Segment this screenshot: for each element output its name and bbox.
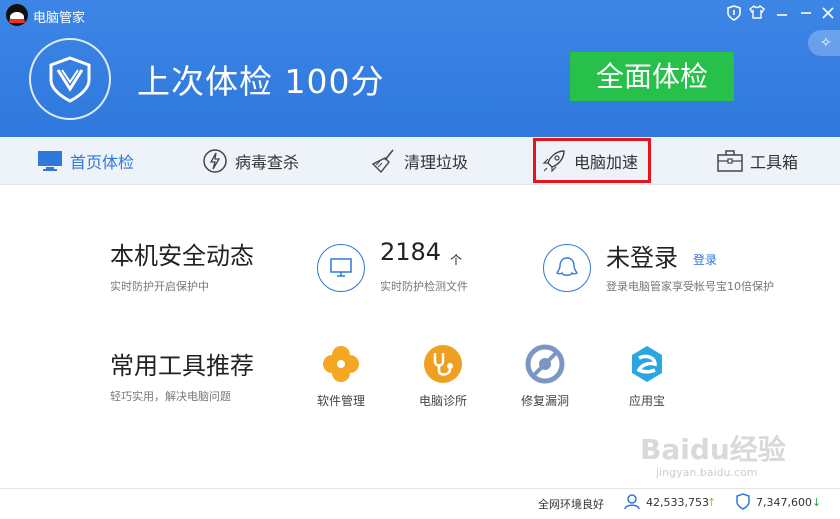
tool-label: 电脑诊所 <box>418 394 467 408</box>
tool-label: 修复漏洞 <box>520 394 569 408</box>
tool-pc-clinic[interactable]: 电脑诊所 <box>403 344 483 409</box>
tool-label: 应用宝 <box>628 394 665 408</box>
tool-software-manager[interactable]: 软件管理 <box>301 344 381 409</box>
last-scan-score: 上次体检 100分 <box>137 62 385 101</box>
nav-label: 工具箱 <box>750 153 799 172</box>
login-status: 未登录 <box>606 244 678 272</box>
tool-label: 软件管理 <box>316 394 365 408</box>
nav-label: 首页体检 <box>70 153 135 172</box>
sparkle-icon[interactable]: ✧ <box>808 30 840 56</box>
highlight-annotation <box>533 138 651 183</box>
monitor-icon <box>317 244 365 292</box>
network-status: 全网环境良好 <box>538 498 604 511</box>
nav-virus-scan[interactable]: 病毒查杀 <box>201 137 299 185</box>
nav-label: 清理垃圾 <box>404 153 469 172</box>
header-banner: 电脑管家 上次体检 100分 全面体检 ✧ <box>0 0 840 137</box>
broom-icon <box>370 147 398 175</box>
minimize-button-icon[interactable] <box>796 5 816 25</box>
baidu-watermark: Baidu经验 <box>640 433 786 466</box>
nav-label: 病毒查杀 <box>235 153 300 172</box>
monitor-icon <box>36 147 64 175</box>
shield-check-icon <box>735 493 751 514</box>
protected-users-count: 42,533,753 <box>646 496 709 509</box>
repair-icon <box>525 344 565 384</box>
lightning-icon <box>201 147 229 175</box>
tool-app-store[interactable]: 应用宝 <box>607 344 687 409</box>
login-caption: 登录电脑管家享受帐号宝10倍保护 <box>606 280 774 293</box>
toolbox-icon <box>716 147 744 175</box>
arrow-up-icon: ↑ <box>707 496 717 509</box>
security-section-title: 本机安全动态 <box>110 242 254 270</box>
protected-files-unit: 个 <box>450 253 463 267</box>
app-title: 电脑管家 <box>33 11 86 26</box>
stethoscope-icon <box>423 344 463 384</box>
nav-toolbox[interactable]: 工具箱 <box>716 137 798 185</box>
clover-icon <box>321 344 361 384</box>
baidu-watermark-url: jingyan.baidu.com <box>656 466 758 479</box>
security-section-subtitle: 实时防护开启保护中 <box>110 280 209 293</box>
blocked-count: 7,347,600 <box>756 496 812 509</box>
status-bar: 全网环境良好 42,533,753 ↑ 7,347,600 ↓ <box>0 488 840 519</box>
users-icon <box>624 493 640 514</box>
qq-penguin-icon <box>6 4 28 26</box>
protected-files-caption: 实时防护检测文件 <box>380 280 468 293</box>
close-icon[interactable] <box>818 5 838 25</box>
nav-clean-junk[interactable]: 清理垃圾 <box>370 137 468 185</box>
full-scan-button[interactable]: 全面体检 <box>570 52 734 101</box>
protected-files-count: 2184 <box>380 238 442 266</box>
arrow-down-icon: ↓ <box>812 496 822 509</box>
tool-fix-vulnerabilities[interactable]: 修复漏洞 <box>505 344 585 409</box>
main-nav: 首页体检 病毒查杀 清理垃圾 电脑加速 工具箱 <box>0 137 840 185</box>
minimize-icon[interactable] <box>772 5 792 25</box>
shirt-icon[interactable] <box>747 4 767 25</box>
app-store-icon <box>627 344 667 384</box>
tools-section-subtitle: 轻巧实用，解决电脑问题 <box>110 390 231 403</box>
shield-logo-icon <box>29 38 111 120</box>
shield-icon[interactable] <box>724 5 744 25</box>
nav-home-checkup[interactable]: 首页体检 <box>36 137 134 185</box>
user-avatar-icon[interactable] <box>543 244 591 292</box>
title-bar: 电脑管家 <box>0 0 840 30</box>
tools-section-title: 常用工具推荐 <box>110 352 254 380</box>
login-link[interactable]: 登录 <box>693 251 717 268</box>
